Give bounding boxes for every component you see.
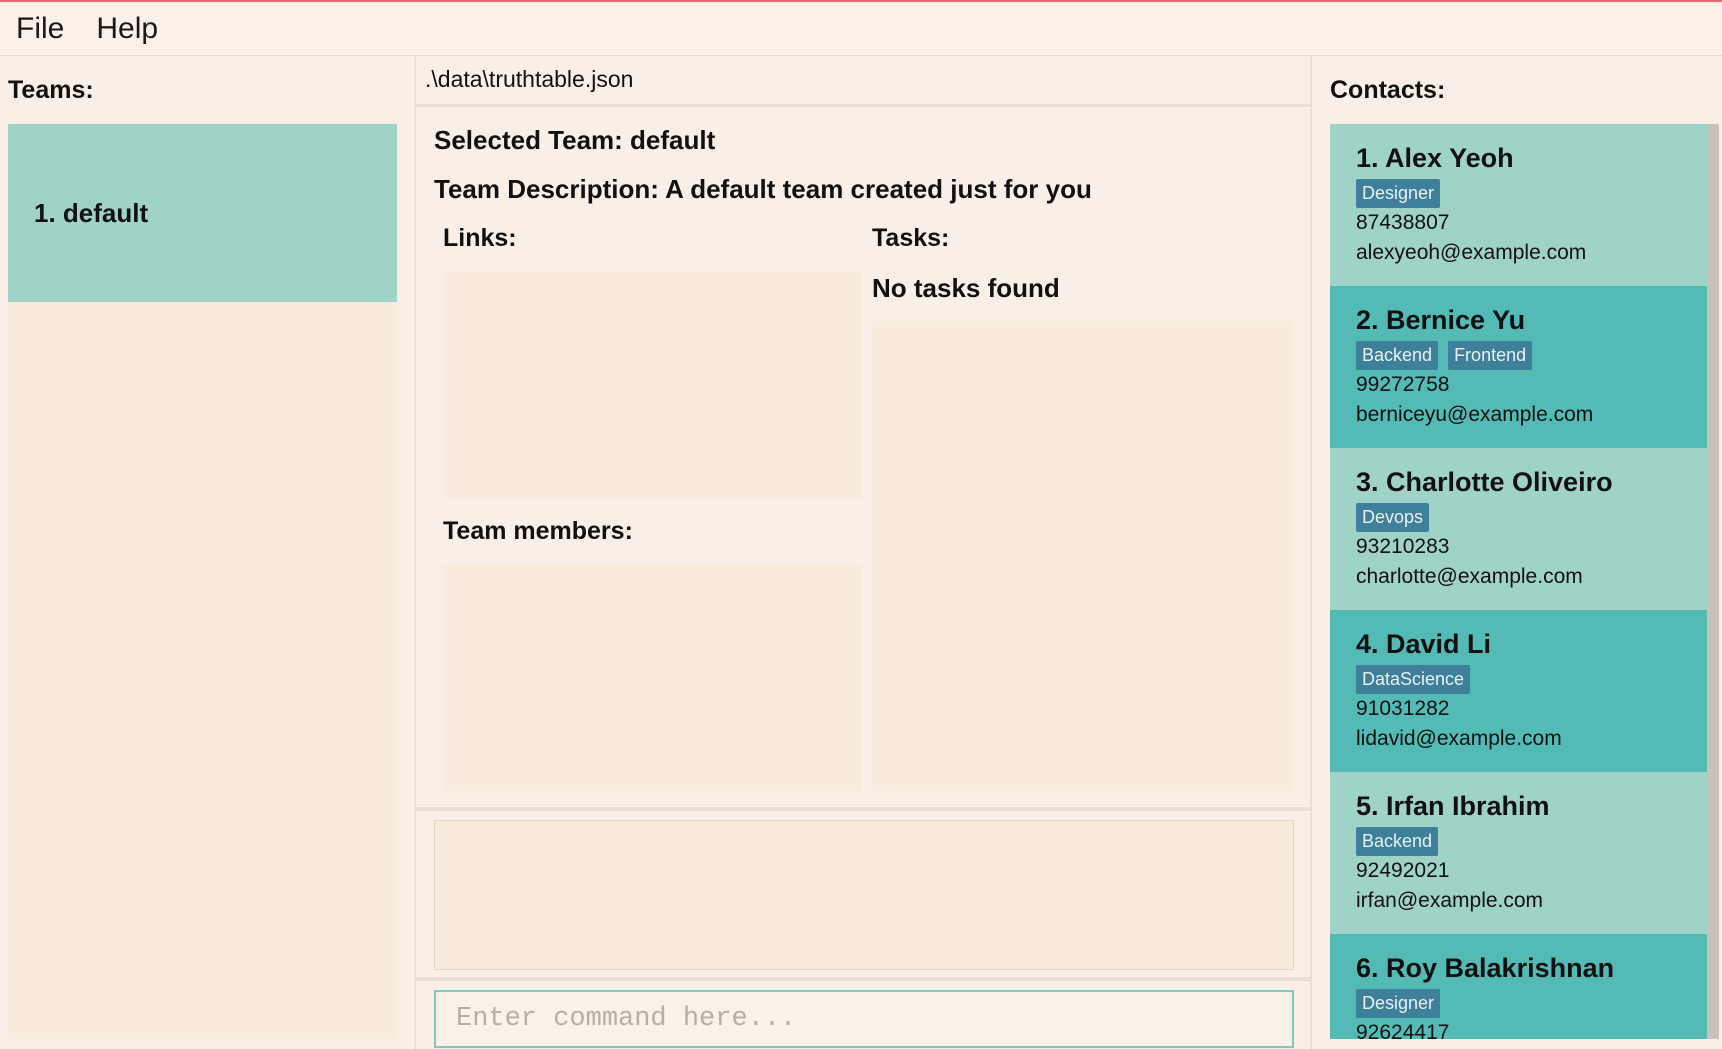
tag-badge: DataScience	[1356, 665, 1471, 694]
menu-file[interactable]: File	[16, 12, 64, 46]
team-members-title: Team members:	[443, 517, 633, 545]
team-info: Selected Team: default Team Description:…	[416, 107, 1310, 807]
contact-card[interactable]: 3. Charlotte Oliveiro Devops 93210283 ch…	[1330, 448, 1707, 610]
contact-email: irfan@example.com	[1356, 889, 1544, 912]
contact-phone: 99272758	[1356, 373, 1450, 396]
contact-card[interactable]: 1. Alex Yeoh Designer 87438807 alexyeoh@…	[1330, 124, 1707, 286]
teams-panel: Teams: 1. default	[0, 56, 410, 1049]
contact-card[interactable]: 5. Irfan Ibrahim Backend 92492021 irfan@…	[1330, 772, 1707, 934]
contact-tags: Backend Frontend	[1356, 341, 1707, 370]
tasks-title: Tasks:	[872, 224, 950, 252]
selected-team-label: Selected Team: default	[434, 125, 716, 155]
contact-name: 5. Irfan Ibrahim	[1356, 791, 1550, 821]
links-list[interactable]	[443, 272, 862, 498]
tag-badge: Backend	[1356, 827, 1439, 856]
menu-bar: File Help	[0, 2, 1722, 56]
contacts-title: Contacts:	[1330, 76, 1446, 104]
contact-phone: 92492021	[1356, 859, 1450, 882]
contact-email: charlotte@example.com	[1356, 565, 1583, 588]
contact-card[interactable]: 2. Bernice Yu Backend Frontend 99272758 …	[1330, 286, 1707, 448]
contacts-scrollbar[interactable]	[1707, 124, 1719, 1039]
contact-name: 6. Roy Balakrishnan	[1356, 953, 1615, 983]
contact-name: 3. Charlotte Oliveiro	[1356, 467, 1613, 497]
tasks-list[interactable]	[872, 321, 1293, 791]
app-window: File Help Teams: 1. default .\data\truth…	[0, 0, 1722, 1049]
contact-name: 1. Alex Yeoh	[1356, 143, 1514, 173]
contact-tags: Designer	[1356, 179, 1707, 208]
links-title: Links:	[443, 224, 517, 252]
tag-badge: Frontend	[1448, 341, 1533, 370]
result-display	[434, 820, 1294, 970]
teams-list[interactable]: 1. default	[8, 124, 397, 1039]
tag-badge: Backend	[1356, 341, 1439, 370]
contact-tags: Backend	[1356, 827, 1707, 856]
contact-tags: DataScience	[1356, 665, 1707, 694]
tag-badge: Designer	[1356, 179, 1441, 208]
contact-name: 2. Bernice Yu	[1356, 305, 1526, 335]
contact-phone: 92624417	[1356, 1021, 1450, 1039]
contact-card[interactable]: 6. Roy Balakrishnan Designer 92624417	[1330, 934, 1707, 1039]
contact-phone: 91031282	[1356, 697, 1450, 720]
contacts-panel: Contacts: 1. Alex Yeoh Designer 87438807…	[1314, 56, 1722, 1049]
contact-email: alexyeoh@example.com	[1356, 241, 1587, 264]
menu-help[interactable]: Help	[96, 12, 158, 46]
contact-card[interactable]: 4. David Li DataScience 91031282 lidavid…	[1330, 610, 1707, 772]
teams-title: Teams:	[8, 76, 94, 104]
command-input[interactable]	[434, 990, 1294, 1048]
contacts-list[interactable]: 1. Alex Yeoh Designer 87438807 alexyeoh@…	[1330, 124, 1707, 1039]
team-detail-panel: .\data\truthtable.json Selected Team: de…	[414, 56, 1312, 1049]
contact-phone: 93210283	[1356, 535, 1450, 558]
contact-name: 4. David Li	[1356, 629, 1492, 659]
tag-badge: Designer	[1356, 989, 1441, 1018]
contact-phone: 87438807	[1356, 211, 1450, 234]
contact-tags: Designer	[1356, 989, 1707, 1018]
divider	[416, 807, 1310, 811]
contact-email: lidavid@example.com	[1356, 727, 1562, 750]
file-path: .\data\truthtable.json	[425, 66, 634, 92]
divider	[416, 977, 1310, 981]
tag-badge: Devops	[1356, 503, 1430, 532]
no-tasks-message: No tasks found	[872, 273, 1060, 303]
team-description: Team Description: A default team created…	[434, 174, 1092, 204]
contact-tags: Devops	[1356, 503, 1707, 532]
team-card-default[interactable]: 1. default	[8, 124, 397, 302]
contact-email: berniceyu@example.com	[1356, 403, 1594, 426]
team-members-list[interactable]	[443, 565, 862, 791]
